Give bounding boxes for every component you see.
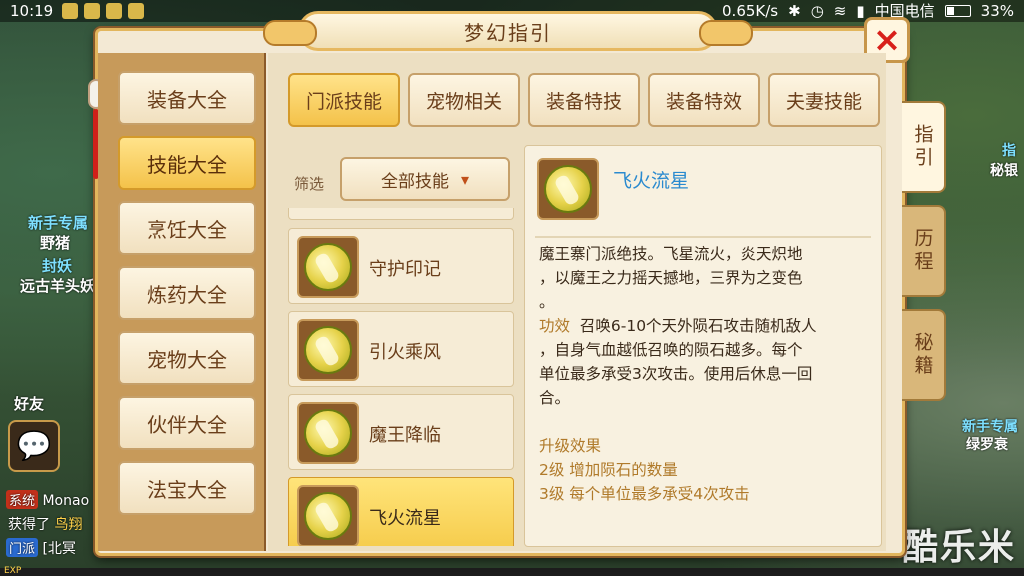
notification-icon: [84, 3, 100, 19]
npc-label[interactable]: 野猪: [40, 232, 70, 253]
skill-icon: [297, 485, 359, 546]
dialog-title: 梦幻指引: [464, 20, 552, 45]
tab-sect-skills[interactable]: 门派技能: [288, 73, 400, 127]
skill-description: 魔王寨门派绝技。飞星流火，炎天炽地 ，以魔王之力摇天撼地，三界为之变色 。 功效…: [539, 242, 871, 410]
npc-label[interactable]: 绿罗衰: [966, 434, 1008, 454]
notification-icon: [62, 3, 78, 19]
effect-line: 召唤6-10个天外陨石攻击随机敌人: [579, 317, 817, 335]
npc-label[interactable]: 封妖: [42, 255, 72, 276]
npc-label[interactable]: 远古羊头妖: [20, 275, 95, 296]
filter-dropdown[interactable]: 全部技能 ▾: [340, 157, 510, 201]
category-alchemy[interactable]: 炼药大全: [118, 266, 256, 320]
chat-item-link[interactable]: 鸟翔: [54, 517, 82, 533]
side-tab-guide[interactable]: 指引: [902, 101, 946, 193]
side-tab-history[interactable]: 历程: [902, 205, 946, 297]
filter-value: 全部技能: [380, 171, 449, 192]
watermark: 酷乐米: [901, 527, 1016, 568]
category-partners[interactable]: 伙伴大全: [118, 396, 256, 450]
upgrade-line: 3级 每个单位最多承受4次攻击: [539, 485, 750, 503]
category-menu: 装备大全 技能大全 烹饪大全 炼药大全 宠物大全 伙伴大全 法宝大全: [98, 53, 266, 551]
npc-label[interactable]: 秘银: [990, 160, 1018, 180]
skill-name: 魔王降临: [369, 425, 441, 446]
effect-line: 合。: [539, 389, 571, 407]
notification-icon: [106, 3, 122, 19]
skill-item[interactable]: 守护印记: [288, 228, 514, 304]
filter-label: 筛选: [294, 175, 325, 193]
chat-text: Monao: [42, 493, 90, 509]
chat-icon: 💬: [16, 429, 52, 462]
skill-name: 引火乘风: [369, 342, 441, 363]
alarm-icon: ◷: [810, 2, 824, 20]
notification-icon: [128, 3, 144, 19]
upgrade-line: 2级 增加陨石的数量: [539, 461, 678, 479]
desc-line: 魔王寨门派绝技。飞星流火，炎天炽地: [539, 245, 803, 263]
skill-name: 守护印记: [369, 259, 441, 280]
battery-icon: [944, 5, 971, 17]
category-cooking[interactable]: 烹饪大全: [118, 201, 256, 255]
skill-item-selected[interactable]: 飞火流星: [288, 477, 514, 546]
battery-percent: 33%: [980, 2, 1014, 20]
skill-item-partial[interactable]: [288, 208, 514, 220]
dialog-title-bar: 梦幻指引: [263, 11, 753, 51]
category-treasures[interactable]: 法宝大全: [118, 461, 256, 515]
chat-line: 获得了 鸟翔: [8, 514, 82, 534]
tab-couple-skills[interactable]: 夫妻技能: [768, 73, 880, 127]
signal-icon: ▮: [856, 2, 865, 20]
net-speed: 0.65K/s: [722, 2, 779, 20]
skill-detail-icon: [537, 158, 599, 220]
category-skills[interactable]: 技能大全: [118, 136, 256, 190]
chat-tag: 门派: [6, 538, 39, 557]
chat-text: 获得了: [8, 517, 50, 533]
friend-label[interactable]: 好友: [14, 393, 44, 414]
npc-label[interactable]: 新手专属: [962, 416, 1018, 436]
divider: [535, 236, 871, 238]
tab-equip-effects[interactable]: 装备特效: [648, 73, 760, 127]
desc-line: 。: [539, 293, 555, 311]
tab-equip-tricks[interactable]: 装备特技: [528, 73, 640, 127]
status-time: 10:19: [10, 2, 54, 20]
skill-detail-name: 飞火流星: [613, 170, 690, 192]
skill-item[interactable]: 引火乘风: [288, 311, 514, 387]
skill-icon: [297, 319, 359, 381]
exp-label: EXP: [4, 566, 22, 576]
effect-line: ，自身气血越低召唤的陨石越多。每个: [539, 341, 803, 359]
skill-icon: [297, 236, 359, 298]
close-icon: ×: [872, 20, 902, 60]
tab-pet-related[interactable]: 宠物相关: [408, 73, 520, 127]
chat-text: [北冥: [42, 541, 76, 557]
chat-line: 系统 Monao: [6, 490, 89, 509]
effect-keyword: 功效: [539, 317, 571, 335]
skill-icon: [297, 402, 359, 464]
npc-label[interactable]: 指: [1002, 140, 1016, 160]
guide-dialog: 梦幻指引 × 装备大全 技能大全 烹饪大全 炼药大全 宠物大全 伙伴大全 法宝大…: [88, 11, 946, 556]
skill-list[interactable]: 守护印记 引火乘风 魔王降临 飞火流星: [288, 208, 518, 546]
chat-button[interactable]: 💬: [8, 420, 60, 472]
effect-line: 单位最多承受3次攻击。使用后休息一回: [539, 365, 813, 383]
skill-item[interactable]: 魔王降临: [288, 394, 514, 470]
content-panel: 门派技能 宠物相关 装备特技 装备特效 夫妻技能 筛选 全部技能 ▾ 守护印记 …: [268, 53, 886, 551]
side-tab-secrets[interactable]: 秘籍: [902, 309, 946, 401]
npc-label[interactable]: 新手专属: [28, 212, 88, 233]
upgrade-title: 升级效果: [539, 437, 602, 455]
upgrade-section: 升级效果 2级 增加陨石的数量 3级 每个单位最多承受4次攻击: [539, 434, 750, 506]
chevron-down-icon: ▾: [460, 169, 470, 189]
chat-line: 门派 [北冥: [6, 538, 76, 558]
wifi-icon: ≋: [833, 2, 847, 20]
skill-detail-panel: 飞火流星 魔王寨门派绝技。飞星流火，炎天炽地 ，以魔王之力摇天撼地，三界为之变色…: [524, 145, 882, 547]
category-pets[interactable]: 宠物大全: [118, 331, 256, 385]
bluetooth-icon: ✱: [788, 2, 801, 20]
exp-bar: [0, 568, 1024, 576]
chat-tag: 系统: [6, 490, 39, 509]
skill-name: 飞火流星: [369, 508, 441, 529]
category-equipment[interactable]: 装备大全: [118, 71, 256, 125]
desc-line: ，以魔王之力摇天撼地，三界为之变色: [539, 269, 803, 287]
notification-icons: [62, 3, 144, 19]
